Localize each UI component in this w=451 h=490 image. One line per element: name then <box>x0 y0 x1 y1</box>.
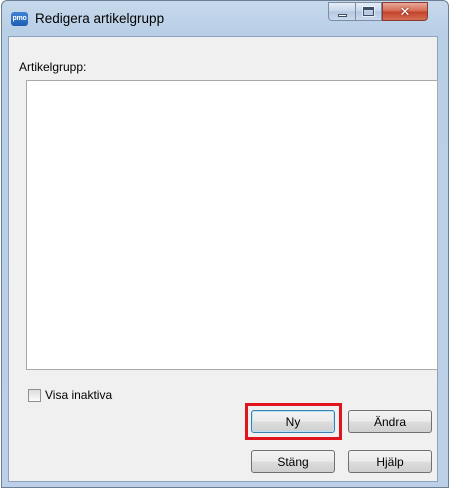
maximize-button[interactable] <box>355 2 382 21</box>
show-inactive-label: Visa inaktiva <box>45 388 113 402</box>
close-icon: ✕ <box>399 3 411 19</box>
show-inactive-option[interactable]: Visa inaktiva <box>28 388 112 402</box>
window-title: Redigera artikelgrupp <box>35 11 165 26</box>
title-bar[interactable]: pmo Redigera artikelgrupp ✕ <box>2 1 448 37</box>
artikelgrupp-list[interactable] <box>26 80 438 370</box>
minimize-icon <box>337 14 347 17</box>
app-icon: pmo <box>11 12 28 26</box>
close-window-button[interactable]: ✕ <box>382 2 428 21</box>
edit-button[interactable]: Ändra <box>348 410 432 433</box>
artikelgrupp-label: Artikelgrupp: <box>19 60 87 74</box>
minimize-button[interactable] <box>328 2 355 21</box>
help-button[interactable]: Hjälp <box>348 450 432 473</box>
close-button[interactable]: Stäng <box>251 450 335 473</box>
maximize-icon <box>362 6 375 17</box>
new-button[interactable]: Ny <box>251 410 335 433</box>
show-inactive-checkbox[interactable] <box>28 388 41 402</box>
